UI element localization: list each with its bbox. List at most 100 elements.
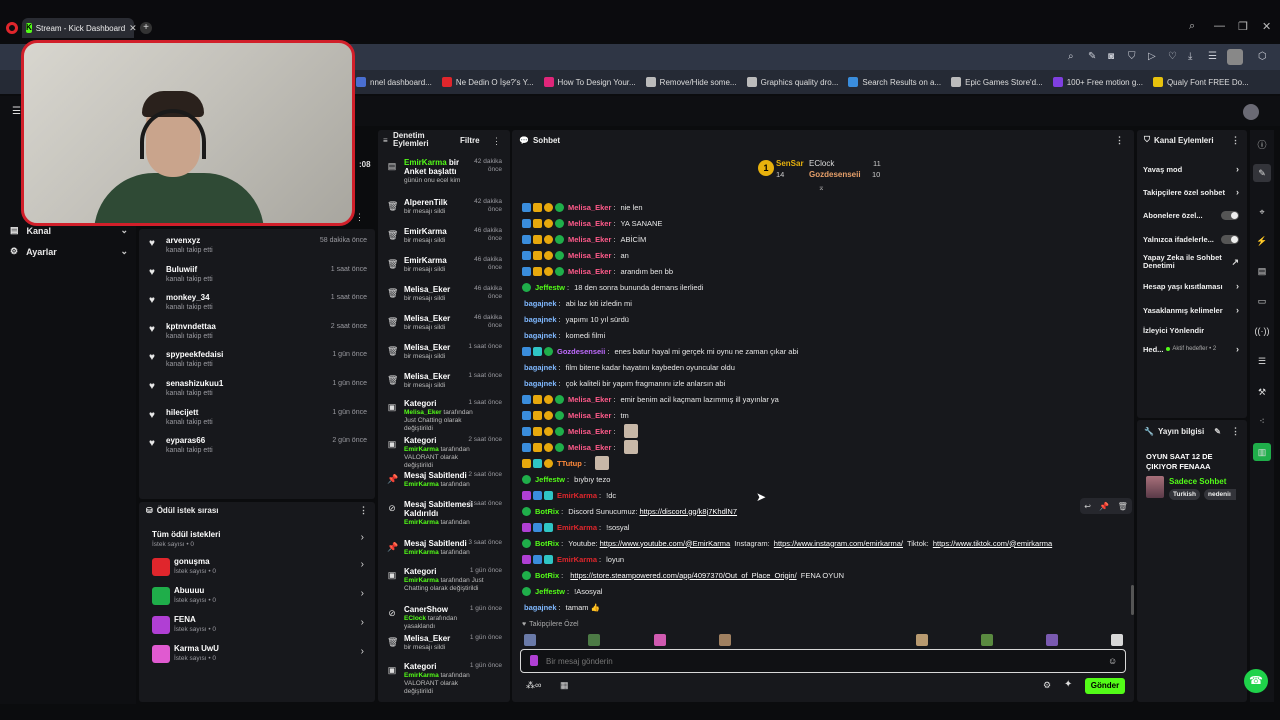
- chat-username[interactable]: Melisa_Eker: [568, 395, 611, 404]
- chat-link[interactable]: https://www.youtube.com/@EmirKarma: [600, 539, 731, 548]
- bookmark-item[interactable]: 100+ Free motion g...: [1052, 77, 1143, 87]
- chat-username[interactable]: Melisa_Eker: [568, 411, 611, 420]
- channel-action-row[interactable]: Yavaş mod ›: [1143, 161, 1239, 177]
- reward-item[interactable]: Abuuuu İstek sayısı • 0 ›: [152, 585, 364, 611]
- chat-username[interactable]: bagajnek: [524, 603, 557, 612]
- bookmark-item[interactable]: Graphics quality dro...: [746, 77, 838, 87]
- chat-username[interactable]: EmirKarma: [557, 523, 597, 532]
- toggle-switch[interactable]: [1221, 234, 1239, 244]
- pin-icon[interactable]: 📌: [1099, 502, 1109, 511]
- chat-username[interactable]: bagajnek: [524, 379, 557, 388]
- follows-menu-icon[interactable]: ⋮: [355, 212, 364, 223]
- emote-icon[interactable]: [1046, 634, 1058, 646]
- chat-username[interactable]: Melisa_Eker: [568, 235, 611, 244]
- bookmark-item[interactable]: Qualy Font FREE Do...: [1152, 77, 1249, 87]
- chat-username[interactable]: Melisa_Eker: [568, 219, 611, 228]
- chat-username[interactable]: Jeffestw: [535, 587, 565, 596]
- chat-username[interactable]: Melisa_Eker: [568, 203, 611, 212]
- puzzle-icon[interactable]: ✦: [1064, 679, 1072, 690]
- tag-chip[interactable]: Turkish: [1169, 489, 1200, 500]
- tag-chip[interactable]: nedeniı: [1204, 489, 1236, 500]
- new-tab-button[interactable]: +: [140, 22, 152, 34]
- emoji-icon[interactable]: ☺: [1108, 656, 1117, 666]
- chat-username[interactable]: Melisa_Eker: [568, 267, 611, 276]
- chat-link[interactable]: https://www.tiktok.com/@emirkarma: [933, 539, 1052, 548]
- gift-icon[interactable]: ▦: [560, 680, 569, 691]
- send-button[interactable]: Gönder: [1085, 678, 1125, 694]
- kebab-menu-icon[interactable]: ⋮: [359, 505, 368, 516]
- kebab-menu-icon[interactable]: ⋮: [1231, 426, 1240, 437]
- channel-action-row[interactable]: Yapay Zeka ile Sohbet Denetimi ↗: [1143, 252, 1239, 272]
- chat-username[interactable]: Jeffestw: [535, 475, 565, 484]
- minimize-icon[interactable]: —: [1214, 20, 1225, 32]
- emote-icon[interactable]: [1111, 634, 1123, 646]
- bookmark-item[interactable]: How To Design Your...: [543, 77, 636, 87]
- gear-icon[interactable]: ⚙: [1043, 680, 1051, 691]
- follower-name[interactable]: Buluwiif: [166, 265, 197, 274]
- channel-action-row[interactable]: Takipçilere özel sohbet ›: [1143, 184, 1239, 200]
- chat-username[interactable]: TTutup: [557, 459, 582, 468]
- follower-name[interactable]: kptnvndettaa: [166, 322, 216, 331]
- kebab-menu-icon[interactable]: ⋮: [1231, 135, 1240, 146]
- bookmark-item[interactable]: Epic Games Store'd...: [951, 77, 1043, 87]
- follower-name[interactable]: hilecijett: [166, 408, 198, 417]
- emote-icon[interactable]: [916, 634, 928, 646]
- trash-icon[interactable]: 🗑: [1118, 502, 1128, 511]
- hamburger-icon[interactable]: ☰: [12, 106, 21, 117]
- channel-action-row[interactable]: Yalnızca ifadelerle...: [1143, 231, 1239, 247]
- share-icon[interactable]: ⁖: [1253, 412, 1271, 430]
- download-icon[interactable]: ⤓: [1188, 51, 1192, 62]
- search-icon[interactable]: ⌕: [1068, 51, 1074, 62]
- chat-message-input[interactable]: [546, 654, 1086, 668]
- bookmark-item[interactable]: Remove/Hide some...: [645, 77, 737, 87]
- chat-username[interactable]: BotRix: [535, 571, 559, 580]
- bookmark-item[interactable]: Search Results on a...: [848, 77, 941, 87]
- opera-logo-icon[interactable]: [6, 22, 18, 34]
- channel-action-row[interactable]: İzleyici Yönlendir: [1143, 322, 1239, 338]
- heart-icon[interactable]: ♡: [1168, 51, 1177, 62]
- chat-username[interactable]: Melisa_Eker: [568, 427, 611, 436]
- wrench-icon[interactable]: ⚒: [1253, 383, 1271, 401]
- channel-action-row[interactable]: Hesap yaşı kısıtlaması ›: [1143, 278, 1239, 294]
- browser-tab[interactable]: K Stream - Kick Dashboard ✕: [22, 18, 137, 38]
- emote-icon[interactable]: [654, 634, 666, 646]
- follower-name[interactable]: arvenxyz: [166, 236, 200, 245]
- chat-scrollbar[interactable]: [1131, 585, 1134, 615]
- follower-name[interactable]: eyparas66: [166, 436, 205, 445]
- shield-icon[interactable]: ⛉: [1128, 51, 1136, 62]
- play-icon[interactable]: ▷: [1148, 51, 1156, 62]
- menu-icon[interactable]: ☰: [1208, 51, 1217, 62]
- edit-icon[interactable]: ✎: [1214, 427, 1221, 436]
- collapse-icon[interactable]: ⌅: [818, 183, 825, 192]
- kebab-menu-icon[interactable]: ⋮: [492, 136, 501, 147]
- chat-username[interactable]: bagajnek: [524, 315, 557, 324]
- pencil-icon[interactable]: ✎: [1253, 164, 1271, 182]
- chat-icon[interactable]: ▭: [1253, 292, 1271, 310]
- chat-link[interactable]: https://www.instagram.com/emirkarma/: [774, 539, 903, 548]
- points-icon[interactable]: ⁂∞: [526, 680, 541, 691]
- info-icon[interactable]: ⓘ: [1253, 135, 1271, 153]
- chat-username[interactable]: Gozdesenseii: [557, 347, 605, 356]
- document-icon[interactable]: ▤: [1253, 262, 1271, 280]
- sidenav-item-kanal[interactable]: ▤ Kanal ⌄: [10, 225, 128, 236]
- follower-name[interactable]: senashizukuu1: [166, 379, 223, 388]
- broadcast-icon[interactable]: ((·)): [1253, 322, 1271, 340]
- emote-icon[interactable]: [981, 634, 993, 646]
- chat-username[interactable]: bagajnek: [524, 331, 557, 340]
- chat-username[interactable]: BotRix: [535, 539, 559, 548]
- follower-name[interactable]: spypeekfedaisi: [166, 350, 223, 359]
- close-tab-icon[interactable]: ✕: [129, 23, 137, 34]
- user-avatar[interactable]: [1243, 104, 1259, 120]
- bookmark-item[interactable]: nnel dashboard...: [356, 77, 432, 87]
- stats-icon[interactable]: ▥: [1253, 443, 1271, 461]
- follower-name[interactable]: monkey_34: [166, 293, 210, 302]
- emote-icon[interactable]: [524, 634, 536, 646]
- sidenav-item-ayarlar[interactable]: ⚙ Ayarlar ⌄: [10, 246, 128, 257]
- kebab-menu-icon[interactable]: ⋮: [1115, 135, 1124, 146]
- chat-username[interactable]: bagajnek: [524, 363, 557, 372]
- list-icon[interactable]: ☰: [1253, 352, 1271, 370]
- channel-action-row[interactable]: Hed... Aktif hedefler • 2 ›: [1143, 341, 1239, 357]
- chat-link[interactable]: https://store.steampowered.com/app/40973…: [570, 571, 796, 580]
- category-name[interactable]: Sadece Sohbet: [1169, 477, 1226, 486]
- chat-username[interactable]: Melisa_Eker: [568, 443, 611, 452]
